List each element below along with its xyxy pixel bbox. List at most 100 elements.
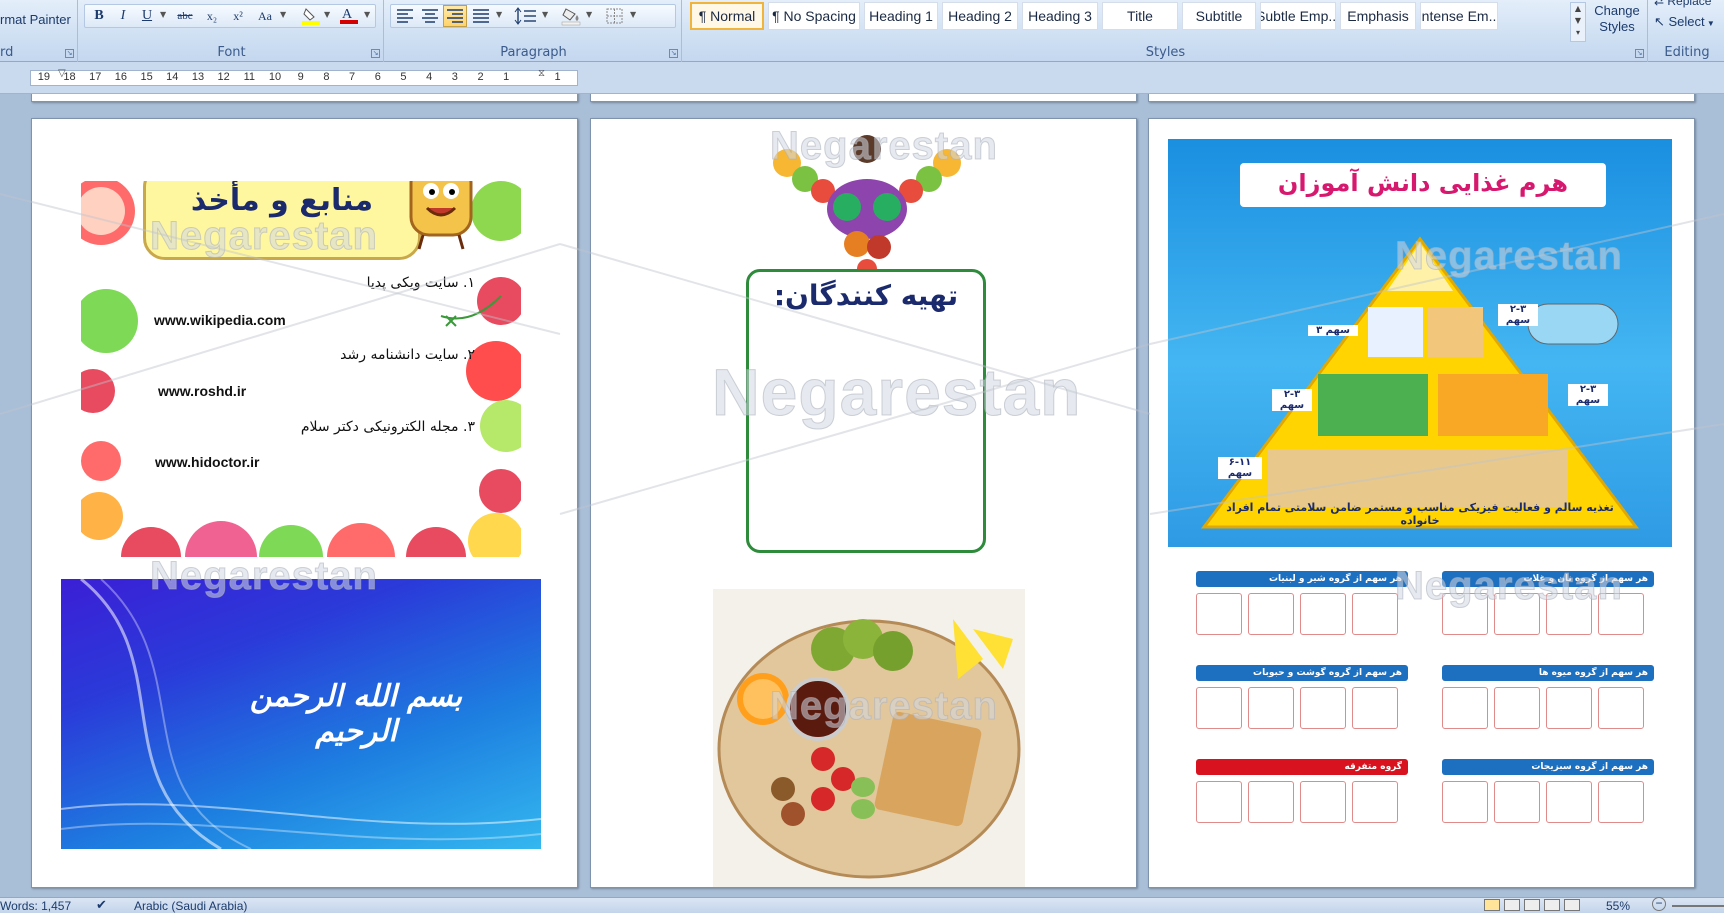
sources-title: منابع و مأخذ — [190, 183, 374, 218]
align-center-icon[interactable] — [419, 6, 441, 29]
ruler-tick-label: 7 — [349, 71, 356, 83]
outline-view-icon[interactable] — [1544, 899, 1560, 911]
draft-view-icon[interactable] — [1564, 899, 1580, 911]
superscript-button[interactable]: x² — [226, 5, 250, 27]
serving-table: هر سهم از گروه سبزیجات — [1442, 759, 1654, 829]
previous-page-right-edge — [1148, 94, 1695, 102]
document-area[interactable]: منابع و مأخذ ۱. سایت ویکی پدیا www.wikip… — [0, 94, 1724, 897]
zoom-slider[interactable] — [1672, 905, 1724, 907]
serving-example-cell — [1546, 781, 1592, 823]
style-heading-3[interactable]: Heading 3 — [1022, 2, 1098, 30]
style-title[interactable]: Title — [1102, 2, 1178, 30]
source-url-1[interactable]: www.wikipedia.com — [154, 312, 286, 328]
borders-dropdown-icon[interactable]: ▼ — [630, 10, 636, 19]
editing-group-label: Editing — [1664, 45, 1710, 60]
style-subtitle[interactable]: Subtitle — [1182, 2, 1256, 30]
right-indent-marker-icon[interactable]: ⧖ — [538, 68, 545, 79]
view-buttons — [1484, 899, 1580, 911]
shading-icon[interactable] — [560, 6, 584, 29]
source-url-3[interactable]: www.hidoctor.ir — [155, 454, 260, 470]
serving-table: هر سهم از گروه میوه ها — [1442, 665, 1654, 735]
borders-icon[interactable] — [604, 6, 626, 29]
styles-more-icon[interactable]: ▲ ▼ ▾ — [1570, 2, 1586, 42]
ruler-tick-label: 10 — [268, 71, 282, 83]
proofing-icon[interactable]: ✔ — [96, 897, 107, 913]
style-heading-1[interactable]: Heading 1 — [864, 2, 938, 30]
serving-example-cell — [1300, 593, 1346, 635]
editing-group: ⇄ Replace ↖ Select ▼ Editing — [1650, 0, 1724, 62]
serving-label-4: ۲-۳ سهم — [1568, 384, 1608, 406]
ruler-scale[interactable]: 19 18 17 16 15 14 13 12 11 10 9 8 7 6 5 4 3 2 1 1 — [30, 70, 578, 86]
ruler-tick-label: 12 — [217, 71, 230, 83]
ruler-tick-label: 16 — [114, 71, 128, 83]
word-count[interactable]: Words: 1,457 — [0, 899, 71, 913]
horizontal-ruler[interactable]: 19 18 17 16 15 14 13 12 11 10 9 8 7 6 5 4 3 2 1 1 ▽ ⧖ — [0, 62, 1724, 94]
font-color-dropdown-icon[interactable]: ▼ — [364, 10, 370, 19]
zoom-level[interactable]: 55% — [1606, 899, 1630, 913]
align-left-icon[interactable] — [394, 6, 416, 29]
page-middle[interactable]: تهیه کنندگان: هانیه سادات حسینیفاطمه زهر… — [590, 118, 1561, 888]
left-indent-marker-icon[interactable]: ▽ — [58, 68, 66, 79]
change-case-dropdown-icon[interactable]: ▼ — [280, 10, 286, 19]
previous-page-left-edge — [31, 94, 578, 102]
serving-example-cell — [1248, 687, 1294, 729]
styles-launcher[interactable]: ↘ — [1635, 49, 1644, 58]
italic-button[interactable]: I — [112, 5, 134, 27]
serving-example-cell — [1546, 687, 1592, 729]
style-normal[interactable]: ¶ Normal — [690, 2, 764, 30]
paragraph-launcher[interactable]: ↘ — [669, 49, 678, 58]
style-subtle-emp[interactable]: Subtle Emp... — [1260, 2, 1336, 30]
ribbon: rmat Painter rd ↘ B I U ▼ abc x₂ x² Aa ▼… — [0, 0, 1724, 62]
format-painter-button[interactable]: rmat Painter — [0, 12, 71, 27]
web-layout-view-icon[interactable] — [1524, 899, 1540, 911]
underline-dropdown-icon[interactable]: ▼ — [160, 10, 166, 19]
align-right-icon[interactable] — [443, 5, 467, 27]
svg-text:A: A — [342, 7, 353, 22]
ruler-tick-label: 14 — [166, 71, 179, 83]
clipboard-launcher[interactable]: ↘ — [65, 49, 74, 58]
food-plate-illustration — [717, 619, 1021, 879]
replace-button[interactable]: ⇄ Replace — [1654, 0, 1711, 8]
line-spacing-icon[interactable] — [514, 6, 540, 29]
subscript-button[interactable]: x₂ — [200, 5, 224, 27]
serving-example-cell — [1442, 781, 1488, 823]
style-no-spacing[interactable]: ¶ No Spacing — [768, 2, 860, 30]
styles-group: ¶ Normal ¶ No Spacing Heading 1 Heading 2 He… — [684, 0, 1648, 62]
serving-example-cell — [1352, 781, 1398, 823]
style-emphasis[interactable]: Emphasis — [1340, 2, 1416, 30]
change-styles-button[interactable]: Change Styles — [1590, 3, 1644, 35]
underline-button[interactable]: U — [136, 5, 158, 27]
justify-icon[interactable] — [470, 6, 492, 29]
print-layout-view-icon[interactable] — [1484, 899, 1500, 911]
language-indicator[interactable]: Arabic (Saudi Arabia) — [134, 899, 247, 913]
line-spacing-dropdown-icon[interactable]: ▼ — [542, 10, 548, 19]
change-case-button[interactable]: Aa — [252, 5, 278, 27]
serving-example-cell — [1442, 687, 1488, 729]
highlight-color-icon[interactable] — [300, 6, 322, 26]
highlight-dropdown-icon[interactable]: ▼ — [324, 10, 330, 19]
serving-label-2: ۳ سهم — [1308, 325, 1358, 336]
serving-table: گروه متفرقه — [1196, 759, 1408, 829]
shading-dropdown-icon[interactable]: ▼ — [586, 10, 592, 19]
ruler-tick-label: 19 — [37, 71, 50, 83]
ruler-tick-label: 5 — [400, 71, 407, 83]
style-heading-2[interactable]: Heading 2 — [942, 2, 1018, 30]
poster-caption: تغذیه سالم و فعالیت فیزیکی مناسب و مستمر… — [1226, 501, 1614, 527]
justify-dropdown-icon[interactable]: ▼ — [496, 10, 502, 19]
serving-example-cell — [1196, 593, 1242, 635]
serving-example-cell — [1248, 781, 1294, 823]
serving-example-cell — [1598, 687, 1644, 729]
select-button[interactable]: ↖ Select ▼ — [1654, 14, 1715, 30]
font-color-icon[interactable]: A — [338, 4, 360, 26]
bold-button[interactable]: B — [88, 5, 110, 27]
font-launcher[interactable]: ↘ — [371, 49, 380, 58]
ruler-tick-label: 4 — [426, 71, 433, 83]
strikethrough-button[interactable]: abc — [172, 5, 198, 27]
style-intense-em[interactable]: Intense Em... — [1420, 2, 1498, 30]
preparers-title: تهیه کنندگان: — [773, 279, 959, 312]
full-screen-reading-view-icon[interactable] — [1504, 899, 1520, 911]
zoom-out-icon[interactable]: − — [1652, 897, 1666, 911]
iftar-platter-image — [713, 589, 1025, 887]
ruler-tick-label: 8 — [323, 71, 330, 83]
source-url-2[interactable]: www.roshd.ir — [158, 383, 246, 399]
